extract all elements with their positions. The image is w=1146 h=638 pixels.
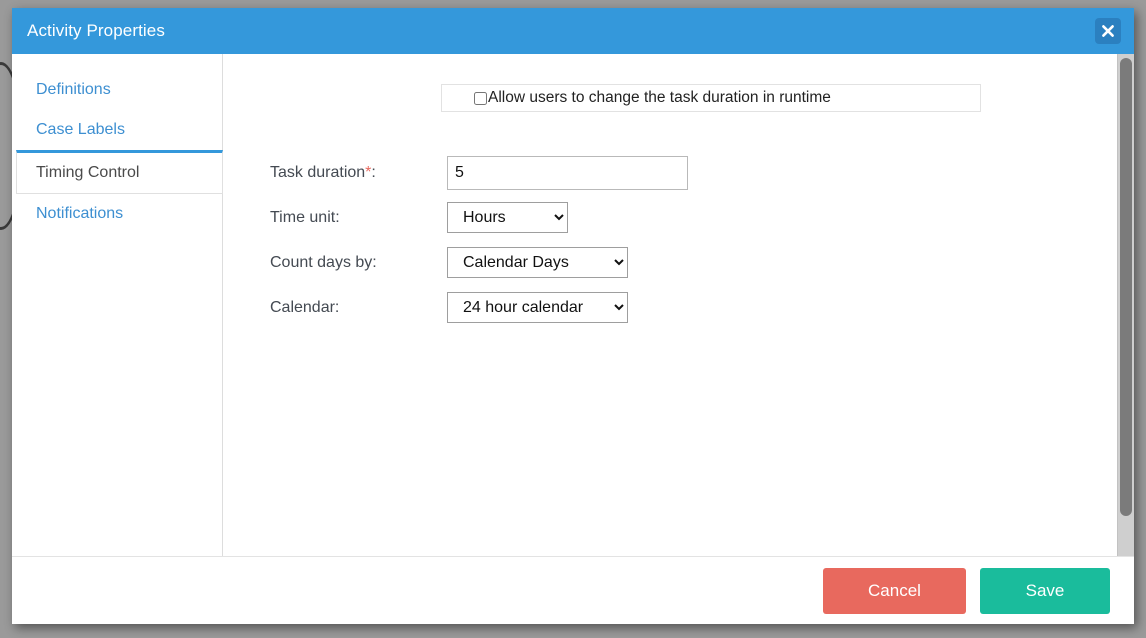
task-duration-label-text: Task duration: [270, 163, 366, 181]
sidebar-item-notifications[interactable]: Notifications: [12, 194, 222, 234]
timing-control-form: Task duration*: Time unit: Hours Count d…: [223, 150, 1134, 330]
allow-duration-checkbox[interactable]: [474, 91, 487, 105]
dialog-title: Activity Properties: [27, 21, 165, 40]
sidebar-item-label: Timing Control: [36, 164, 140, 181]
sidebar-item-label: Definitions: [36, 81, 111, 98]
activity-properties-dialog: Activity Properties Definitions Case Lab…: [12, 8, 1134, 624]
dialog-titlebar: Activity Properties: [12, 8, 1134, 54]
sidebar-item-label: Case Labels: [36, 121, 125, 138]
close-icon[interactable]: [1095, 18, 1121, 44]
task-duration-input[interactable]: [447, 155, 688, 190]
content-panel: Allow users to change the task duration …: [223, 54, 1134, 556]
scrollbar-thumb[interactable]: [1120, 58, 1132, 516]
allow-duration-label: Allow users to change the task duration …: [488, 89, 831, 106]
sidebar-item-definitions[interactable]: Definitions: [12, 70, 222, 110]
calendar-row: Calendar: 24 hour calendar: [270, 285, 1134, 330]
sidebar-nav: Definitions Case Labels Timing Control N…: [12, 54, 223, 556]
content-scrollbar[interactable]: [1117, 54, 1134, 556]
sidebar-item-label: Notifications: [36, 205, 124, 222]
task-duration-colon: :: [371, 163, 376, 181]
task-duration-row: Task duration*:: [270, 150, 1134, 195]
count-days-by-label: Count days by:: [270, 253, 377, 271]
count-days-by-row: Count days by: Calendar Days: [270, 240, 1134, 285]
sidebar-item-case-labels[interactable]: Case Labels: [12, 110, 222, 150]
time-unit-label: Time unit:: [270, 208, 340, 226]
time-unit-row: Time unit: Hours: [270, 195, 1134, 240]
save-button[interactable]: Save: [980, 567, 1110, 614]
dialog-body: Definitions Case Labels Timing Control N…: [12, 54, 1134, 556]
sidebar-item-timing-control[interactable]: Timing Control: [16, 150, 223, 194]
task-duration-label: Task duration*:: [270, 164, 447, 182]
dialog-footer: Cancel Save: [12, 556, 1134, 624]
time-unit-select[interactable]: Hours: [447, 202, 568, 233]
calendar-select[interactable]: 24 hour calendar: [447, 292, 628, 323]
calendar-label: Calendar:: [270, 298, 340, 316]
count-days-by-select[interactable]: Calendar Days: [447, 247, 628, 278]
allow-duration-row: Allow users to change the task duration …: [441, 84, 981, 112]
cancel-button[interactable]: Cancel: [823, 567, 966, 614]
